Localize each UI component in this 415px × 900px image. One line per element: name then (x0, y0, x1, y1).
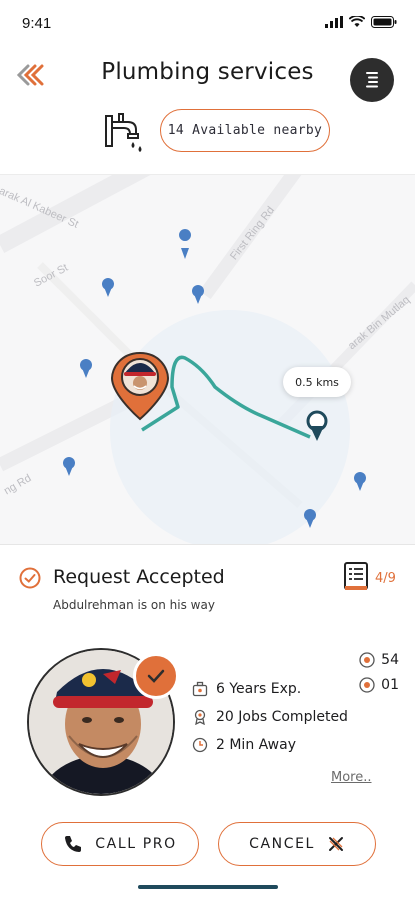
close-icon (328, 837, 343, 851)
home-indicator (138, 885, 278, 889)
dislike-count-value: 01 (381, 677, 399, 693)
map-canvas (0, 175, 415, 544)
map-pin-icon (179, 229, 192, 259)
stat-experience-label: 6 Years Exp. (216, 681, 302, 697)
back-button[interactable] (14, 60, 48, 90)
status-bar: 9:41 (0, 0, 415, 44)
battery-icon (371, 16, 397, 28)
briefcase-icon (192, 681, 208, 697)
request-status-title: Request Accepted (53, 566, 225, 588)
like-icon (359, 652, 375, 668)
status-time: 9:41 (22, 15, 52, 32)
page-title: Plumbing services (101, 59, 314, 85)
call-pro-button[interactable]: CALL PRO (41, 822, 199, 866)
stat-experience: 6 Years Exp. (192, 681, 301, 697)
stat-eta-label: 2 Min Away (216, 737, 296, 753)
cancel-button[interactable]: CANCEL (218, 822, 376, 866)
sheet-divider (0, 544, 415, 545)
phone-icon (65, 836, 82, 852)
status-icons (325, 16, 397, 28)
map-pin-icon (102, 278, 114, 297)
request-status-subtitle: Abdulrehman is on his way (53, 598, 215, 612)
clock-icon (192, 737, 208, 753)
request-step-counter: 4/9 (375, 571, 396, 586)
dislike-icon (359, 677, 375, 693)
check-circle-icon (19, 567, 41, 589)
call-pro-label: CALL PRO (95, 836, 177, 852)
cancel-label: CANCEL (249, 836, 315, 852)
faucet-icon (104, 108, 148, 154)
signal-icon (325, 16, 343, 28)
wifi-icon (349, 16, 365, 27)
jobs-icon (194, 709, 206, 725)
menu-button[interactable] (350, 58, 394, 102)
verified-badge (133, 653, 179, 699)
stat-jobs-label: 20 Jobs Completed (216, 709, 348, 725)
checkmark-icon (147, 669, 165, 683)
stat-eta: 2 Min Away (192, 737, 296, 753)
double-chevron-left-icon (16, 64, 44, 86)
map-pin-icon (63, 457, 75, 476)
like-count-value: 54 (381, 652, 399, 668)
map-pin-icon (192, 285, 204, 304)
more-link[interactable]: More.. (331, 770, 372, 785)
map-pin-icon (304, 509, 316, 528)
dislike-count: 01 (359, 677, 399, 693)
checklist-icon[interactable] (343, 562, 369, 592)
menu-icon (366, 72, 378, 88)
distance-bubble: 0.5 kms (283, 367, 351, 397)
map-pin-icon (80, 359, 92, 378)
like-count: 54 (359, 652, 399, 668)
map-view[interactable]: arak Al Kabeer St Soor St First Ring Rd … (0, 174, 415, 544)
stat-jobs: 20 Jobs Completed (192, 709, 348, 725)
map-pin-icon (354, 472, 366, 491)
available-nearby-badge[interactable]: 14 Available nearby (160, 109, 330, 152)
